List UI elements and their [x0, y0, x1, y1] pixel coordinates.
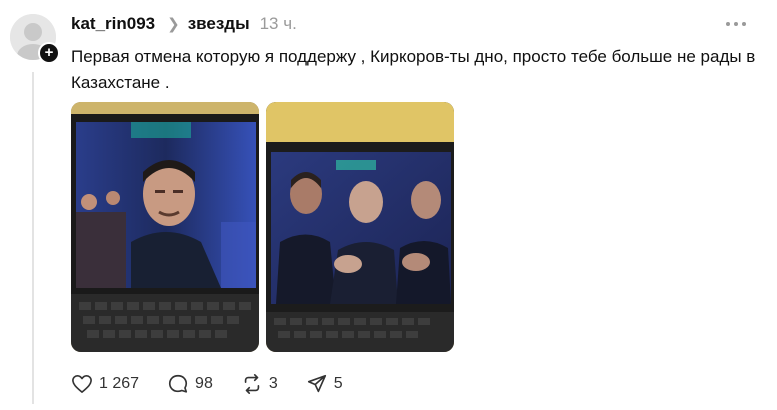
heart-icon	[72, 375, 92, 393]
share-count: 5	[333, 375, 343, 392]
more-icon[interactable]	[726, 14, 748, 34]
username[interactable]: kat_rin093	[71, 14, 155, 34]
reply-count: 98	[195, 375, 213, 392]
photo-1-image	[71, 102, 259, 352]
repost-button[interactable]: 3	[241, 373, 278, 395]
share-button[interactable]: 5	[306, 373, 343, 395]
post-text: Первая отмена которую я поддержу , Кирко…	[71, 47, 756, 92]
reply-button[interactable]: 98	[167, 373, 213, 395]
thread-line	[32, 72, 34, 404]
repost-icon	[244, 374, 260, 394]
like-button[interactable]: 1 267	[71, 374, 139, 394]
post-photo-1[interactable]	[71, 102, 259, 352]
comment-icon	[168, 374, 188, 393]
photo-2-image	[266, 102, 454, 352]
follow-plus-icon[interactable]: +	[38, 42, 60, 64]
repost-count: 3	[268, 375, 278, 392]
action-bar: 1 267 98 3 5	[71, 372, 371, 396]
post-photo-2[interactable]	[266, 102, 454, 352]
share-icon	[307, 374, 326, 393]
post-time: 13 ч.	[259, 14, 297, 33]
topic-tag[interactable]: звезды	[188, 14, 250, 34]
like-count: 1 267	[99, 375, 140, 392]
chevron-right-icon: ❯	[167, 16, 180, 33]
post-header: kat_rin093 ❯ звезды 13 ч.	[71, 12, 297, 36]
